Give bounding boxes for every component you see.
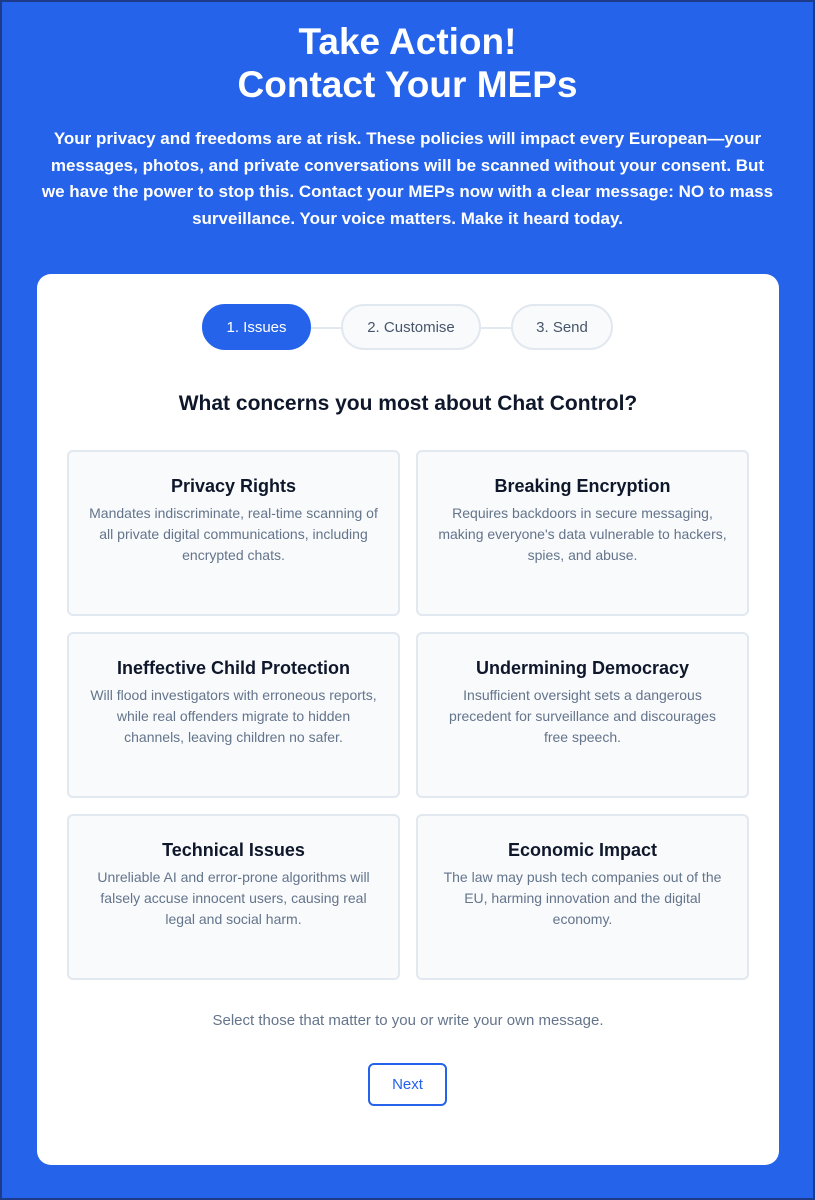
- page-title-line2: Contact Your MEPs: [237, 64, 578, 105]
- concern-economic-impact[interactable]: Economic Impact The law may push tech co…: [416, 814, 749, 980]
- step-connector: [311, 327, 341, 329]
- step-send[interactable]: 3. Send: [511, 304, 613, 350]
- concern-description: Will flood investigators with erroneous …: [90, 687, 377, 745]
- concern-ineffective-child-protection[interactable]: Ineffective Child Protection Will flood …: [67, 632, 400, 798]
- concern-description: The law may push tech companies out of t…: [443, 869, 722, 927]
- next-button[interactable]: Next: [368, 1063, 447, 1106]
- concern-title: Breaking Encryption: [494, 476, 671, 496]
- concern-title: Ineffective Child Protection: [116, 658, 351, 678]
- concerns-question: What concerns you most about Chat Contro…: [178, 392, 638, 415]
- concern-description: Insufficient oversight sets a dangerous …: [449, 687, 716, 745]
- form-card: 1. Issues 2. Customise 3. Send What conc…: [37, 274, 779, 1165]
- concern-description: Requires backdoors in secure messaging, …: [438, 505, 727, 563]
- step-customise[interactable]: 2. Customise: [341, 304, 481, 350]
- page-title-line1: Take Action!: [298, 21, 517, 62]
- concern-description: Mandates indiscriminate, real-time scann…: [89, 505, 378, 563]
- concern-technical-issues[interactable]: Technical Issues Unreliable AI and error…: [67, 814, 400, 980]
- page-title: Take Action! Contact Your MEPs: [0, 20, 815, 106]
- concern-title: Economic Impact: [507, 840, 658, 860]
- concern-title: Privacy Rights: [170, 476, 297, 496]
- concern-privacy-rights[interactable]: Privacy Rights Mandates indiscriminate, …: [67, 450, 400, 616]
- selection-hint: Select those that matter to you or write…: [212, 1012, 604, 1029]
- concern-title: Technical Issues: [162, 840, 305, 860]
- hero-description: Your privacy and freedoms are at risk. T…: [41, 129, 774, 228]
- concern-description: Unreliable AI and error-prone algorithms…: [97, 869, 370, 927]
- concern-title: Undermining Democracy: [475, 658, 690, 678]
- step-connector: [481, 327, 511, 329]
- step-issues[interactable]: 1. Issues: [202, 304, 311, 350]
- concern-undermining-democracy[interactable]: Undermining Democracy Insufficient overs…: [416, 632, 749, 798]
- hero-section: Take Action! Contact Your MEPs Your priv…: [0, 0, 815, 232]
- concern-breaking-encryption[interactable]: Breaking Encryption Requires backdoors i…: [416, 450, 749, 616]
- stepper: 1. Issues 2. Customise 3. Send: [37, 304, 779, 350]
